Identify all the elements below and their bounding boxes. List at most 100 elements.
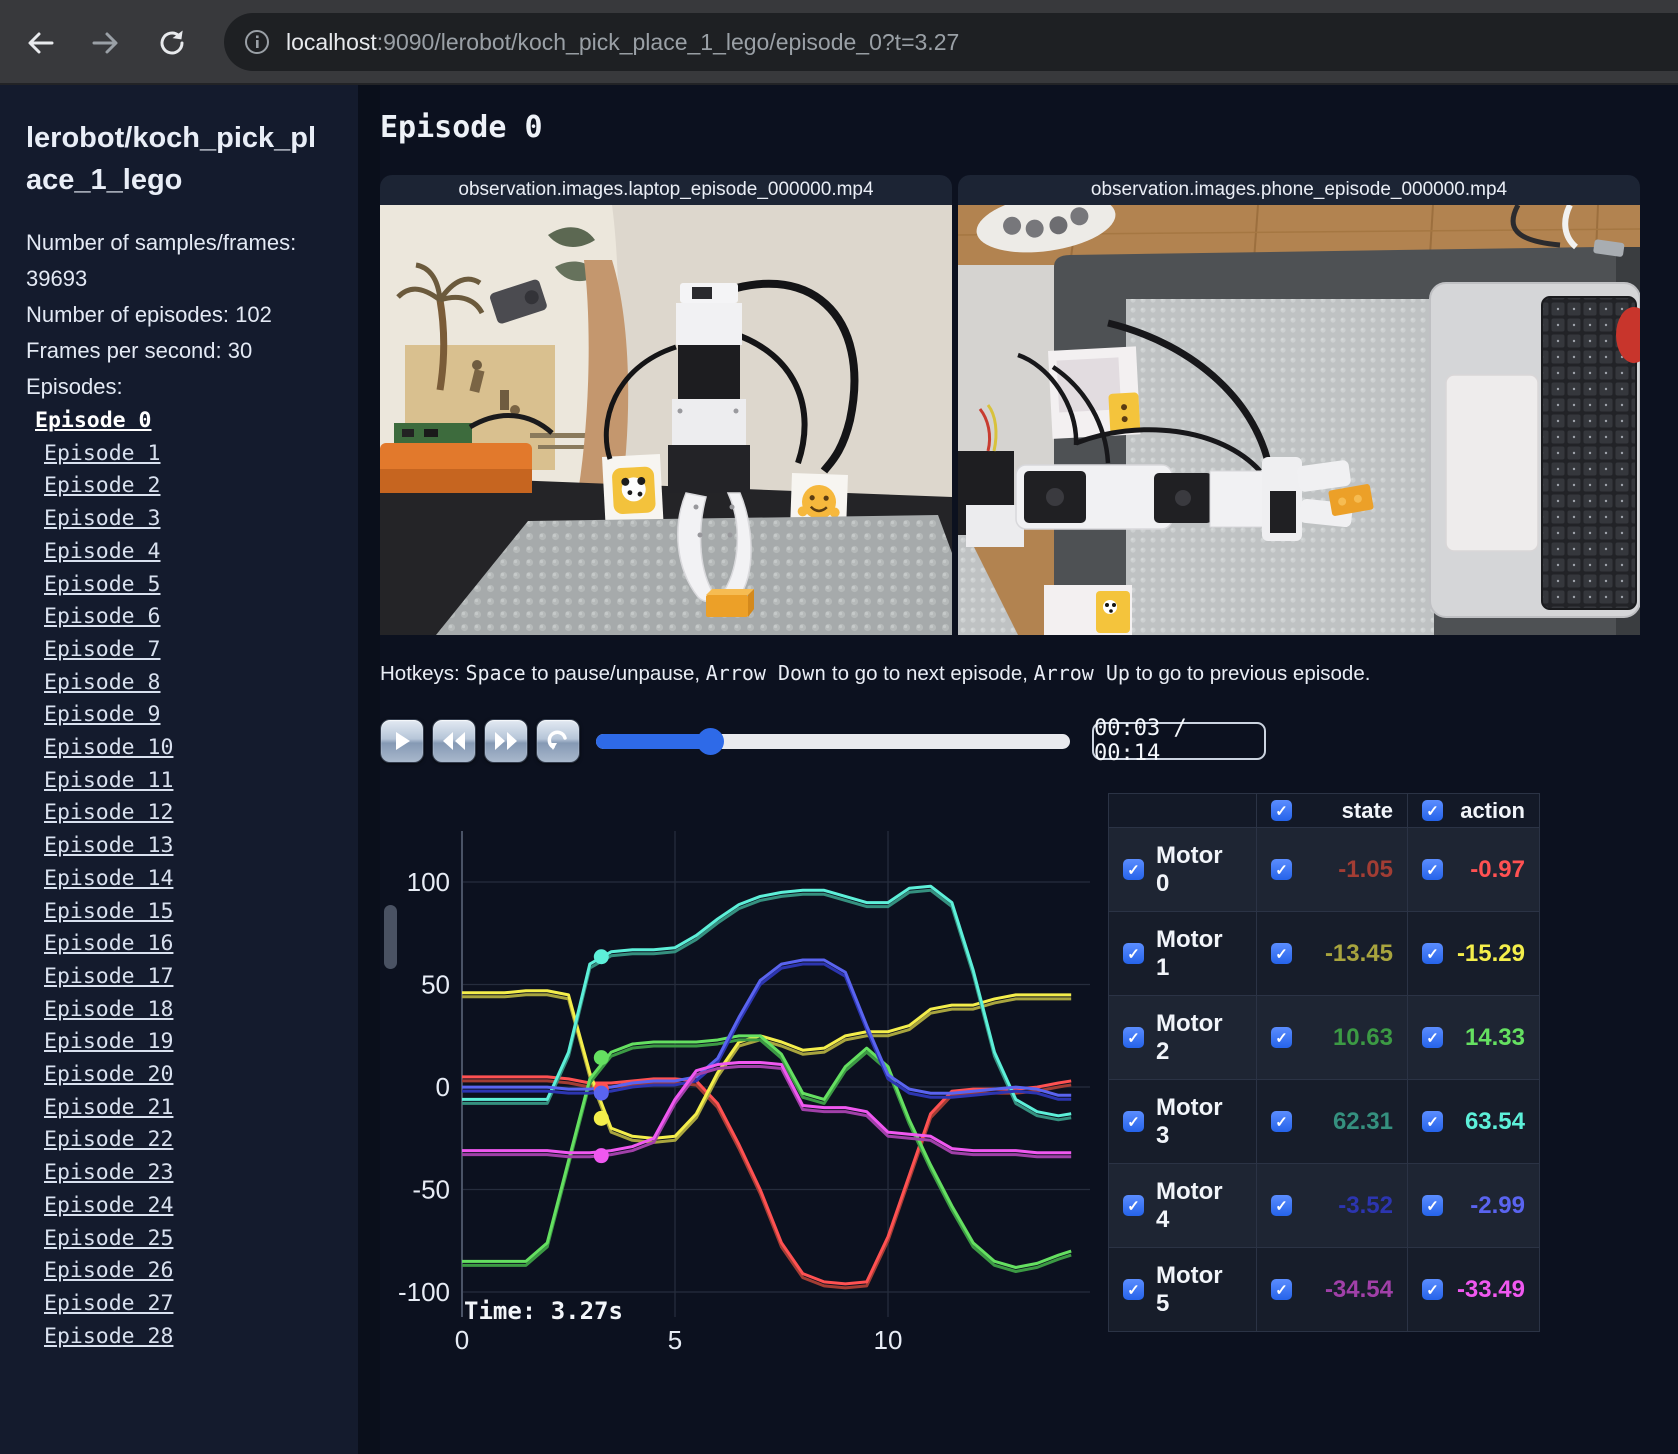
y-tick-label: -100 — [398, 1277, 450, 1307]
state-checkbox[interactable]: ✓ — [1271, 1111, 1292, 1132]
motor-row: ✓ Motor 4 ✓ -3.52 ✓ -2.99 — [1109, 1164, 1540, 1248]
current-time-marker — [593, 1148, 609, 1164]
sidebar-episode-link[interactable]: Episode 14 — [44, 863, 173, 896]
video-title-laptop: observation.images.laptop_episode_000000… — [380, 175, 952, 205]
state-checkbox[interactable]: ✓ — [1271, 859, 1292, 880]
sidebar-episode-link[interactable]: Episode 27 — [44, 1288, 173, 1321]
dataset-stats: Number of samples/frames: 39693 Number o… — [26, 225, 338, 405]
sidebar: lerobot/koch_pick_place_1_lego Number of… — [0, 85, 358, 1454]
motor-checkbox[interactable]: ✓ — [1123, 1027, 1144, 1048]
back-icon[interactable] — [24, 26, 58, 60]
action-value: -15.29 — [1456, 939, 1525, 967]
state-checkbox[interactable]: ✓ — [1271, 1195, 1292, 1216]
sidebar-episode-link[interactable]: Episode 16 — [44, 928, 173, 961]
video-laptop[interactable] — [380, 205, 952, 635]
table-header-row: ✓ state ✓ action — [1109, 794, 1540, 828]
column-checkbox-action[interactable]: ✓ — [1422, 800, 1443, 821]
sidebar-episode-link[interactable]: Episode 22 — [44, 1124, 173, 1157]
sidebar-episode-link[interactable]: Episode 17 — [44, 961, 173, 994]
y-tick-label: 0 — [436, 1072, 450, 1102]
motor-checkbox[interactable]: ✓ — [1123, 943, 1144, 964]
emoji-card-panda — [602, 453, 664, 525]
hotkey-key: Arrow Down — [705, 661, 827, 685]
url-host: localhost — [286, 28, 377, 55]
site-info-icon[interactable] — [244, 29, 270, 55]
action-cell: ✓ -0.97 — [1408, 828, 1540, 912]
motor-checkbox[interactable]: ✓ — [1123, 1195, 1144, 1216]
x-tick-label: 0 — [455, 1325, 469, 1355]
sidebar-episode-link[interactable]: Episode 28 — [44, 1321, 173, 1354]
action-value: 63.54 — [1464, 1107, 1525, 1135]
state-checkbox[interactable]: ✓ — [1271, 1027, 1292, 1048]
loop-button[interactable] — [536, 719, 580, 763]
current-time-marker — [593, 949, 609, 965]
motor-name-cell: ✓ Motor 1 — [1109, 912, 1257, 996]
action-cell: ✓ -2.99 — [1408, 1164, 1540, 1248]
action-checkbox[interactable]: ✓ — [1422, 943, 1443, 964]
stat-episodes: Number of episodes: 102 — [26, 302, 272, 327]
sidebar-episode-link[interactable]: Episode 20 — [44, 1059, 173, 1092]
motor-label: Motor 0 — [1156, 841, 1223, 897]
sidebar-episode-link[interactable]: Episode 9 — [44, 699, 161, 732]
sidebar-episode-link[interactable]: Episode 4 — [44, 536, 161, 569]
table-header-empty — [1109, 794, 1257, 828]
fast-forward-button[interactable] — [484, 719, 528, 763]
scrollbar-thumb[interactable] — [384, 905, 397, 969]
sidebar-episode-link[interactable]: Episode 3 — [44, 503, 161, 536]
sidebar-episode-link[interactable]: Episode 12 — [44, 797, 173, 830]
sidebar-episode-link[interactable]: Episode 8 — [44, 667, 161, 700]
action-checkbox[interactable]: ✓ — [1422, 1195, 1443, 1216]
action-checkbox[interactable]: ✓ — [1422, 1279, 1443, 1300]
action-checkbox[interactable]: ✓ — [1422, 859, 1443, 880]
action-value: 14.33 — [1464, 1023, 1525, 1051]
state-checkbox[interactable]: ✓ — [1271, 1279, 1292, 1300]
current-time-marker — [593, 1110, 609, 1126]
sidebar-episode-link[interactable]: Episode 19 — [44, 1026, 173, 1059]
sidebar-episode-link[interactable]: Episode 11 — [44, 765, 173, 798]
sidebar-episode-link[interactable]: Episode 15 — [44, 896, 173, 929]
motor-name-cell: ✓ Motor 5 — [1109, 1248, 1257, 1332]
motor-table: ✓ state ✓ action ✓ Motor 0 ✓ -1.05 ✓ -0.97 ✓ Motor … — [1108, 793, 1540, 1332]
reload-icon[interactable] — [155, 26, 189, 60]
sidebar-episode-link[interactable]: Episode 18 — [44, 994, 173, 1027]
sidebar-episode-link[interactable]: Episode 7 — [44, 634, 161, 667]
y-tick-label: 100 — [407, 867, 450, 897]
sidebar-episode-link[interactable]: Episode 10 — [44, 732, 173, 765]
action-value: -33.49 — [1456, 1275, 1525, 1303]
video-panel-laptop: observation.images.laptop_episode_000000… — [380, 175, 952, 635]
action-checkbox[interactable]: ✓ — [1422, 1027, 1443, 1048]
sidebar-episode-link[interactable]: Episode 6 — [44, 601, 161, 634]
rewind-button[interactable] — [432, 719, 476, 763]
sidebar-episode-link[interactable]: Episode 24 — [44, 1190, 173, 1223]
seek-slider-thumb[interactable] — [696, 728, 724, 755]
action-value: -0.97 — [1470, 855, 1525, 883]
sidebar-episode-link[interactable]: Episode 0 — [35, 405, 152, 438]
stat-fps: Frames per second: 30 — [26, 338, 253, 363]
video-panel-phone: observation.images.phone_episode_000000.… — [958, 175, 1640, 635]
sidebar-episode-link[interactable]: Episode 5 — [44, 569, 161, 602]
sidebar-episode-link[interactable]: Episode 1 — [44, 438, 161, 471]
sidebar-episode-link[interactable]: Episode 23 — [44, 1157, 173, 1190]
url-bar[interactable]: localhost:9090/lerobot/koch_pick_place_1… — [224, 13, 1678, 71]
motor-label: Motor 4 — [1156, 1177, 1223, 1233]
sidebar-episode-link[interactable]: Episode 21 — [44, 1092, 173, 1125]
motor-row: ✓ Motor 5 ✓ -34.54 ✓ -33.49 — [1109, 1248, 1540, 1332]
action-value: -2.99 — [1470, 1191, 1525, 1219]
dataset-title: lerobot/koch_pick_place_1_lego — [26, 122, 317, 196]
motor-checkbox[interactable]: ✓ — [1123, 1111, 1144, 1132]
state-checkbox[interactable]: ✓ — [1271, 943, 1292, 964]
video-phone[interactable] — [958, 205, 1640, 635]
motor-checkbox[interactable]: ✓ — [1123, 1279, 1144, 1300]
motor-chart[interactable]: 100500-50-1000 5 10 — [378, 793, 1110, 1358]
sidebar-episode-link[interactable]: Episode 25 — [44, 1223, 173, 1256]
sidebar-episode-link[interactable]: Episode 26 — [44, 1255, 173, 1288]
url-text: localhost:9090/lerobot/koch_pick_place_1… — [286, 29, 959, 56]
column-checkbox-state[interactable]: ✓ — [1271, 800, 1292, 821]
action-checkbox[interactable]: ✓ — [1422, 1111, 1443, 1132]
forward-icon[interactable] — [88, 26, 122, 60]
sidebar-episode-link[interactable]: Episode 2 — [44, 470, 161, 503]
motor-checkbox[interactable]: ✓ — [1123, 859, 1144, 880]
sidebar-episode-link[interactable]: Episode 13 — [44, 830, 173, 863]
sidebar-divider — [358, 85, 380, 1454]
play-button[interactable] — [380, 719, 424, 763]
